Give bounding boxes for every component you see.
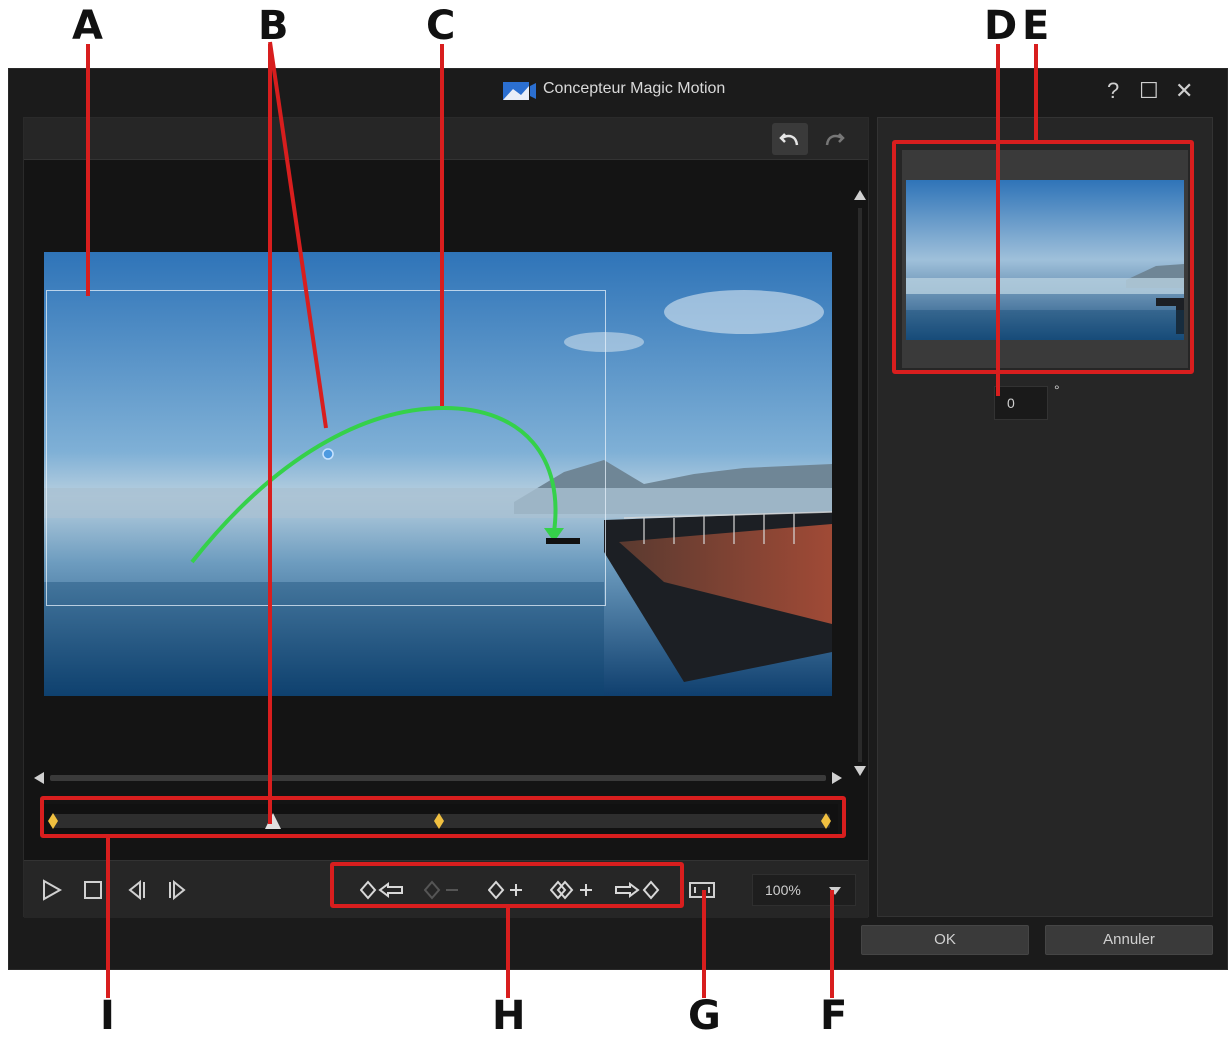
- previous-keyframe-button[interactable]: [360, 877, 406, 903]
- app-logo-icon: [503, 82, 536, 100]
- rotation-preview-image: [906, 180, 1184, 340]
- cancel-button[interactable]: Annuler: [1045, 925, 1213, 955]
- add-keyframe-button[interactable]: [488, 877, 526, 903]
- play-button[interactable]: [38, 877, 64, 903]
- title-bar: Concepteur Magic Motion ? ☐ ✕: [9, 69, 1227, 113]
- stop-icon: [84, 881, 102, 899]
- window-title: Concepteur Magic Motion: [543, 80, 726, 97]
- rotation-preview[interactable]: [902, 150, 1188, 368]
- motion-keyframe-point[interactable]: [322, 448, 334, 460]
- callout-line-e: [1034, 44, 1038, 142]
- next-keyframe-button[interactable]: [614, 877, 660, 903]
- degree-unit-label: °: [1054, 382, 1060, 398]
- magic-motion-window: Concepteur Magic Motion ? ☐ ✕ 100% 0 ° O…: [8, 68, 1228, 970]
- rotation-angle-input[interactable]: 0: [994, 386, 1048, 420]
- maximize-button[interactable]: ☐: [1139, 79, 1159, 103]
- callout-line-b-path: [268, 41, 328, 429]
- next-keyframe-icon: [615, 880, 660, 900]
- keyframe-middle-icon[interactable]: [434, 813, 444, 829]
- horizontal-scrollbar[interactable]: [32, 770, 844, 786]
- remove-keyframe-icon: [424, 880, 458, 900]
- motion-path[interactable]: [24, 118, 870, 918]
- keyframe-start-icon[interactable]: [48, 813, 58, 829]
- callout-line-a: [86, 44, 90, 296]
- next-frame-icon: [169, 879, 186, 901]
- help-button[interactable]: ?: [1107, 79, 1119, 103]
- callout-line-g: [702, 890, 706, 998]
- editor-panel: 100%: [23, 117, 870, 918]
- callout-i: I: [100, 993, 115, 1037]
- zoom-value: 100%: [765, 882, 801, 898]
- callout-line-i: [106, 836, 110, 998]
- vertical-scrollbar[interactable]: [852, 188, 868, 778]
- callout-f: F: [820, 993, 848, 1037]
- duplicate-keyframe-button[interactable]: [550, 877, 596, 903]
- zoom-dropdown[interactable]: 100%: [752, 874, 856, 906]
- callout-d: D: [984, 3, 1018, 49]
- add-keyframe-icon: [488, 880, 522, 900]
- callout-line-h: [506, 906, 510, 998]
- next-frame-button[interactable]: [164, 877, 192, 903]
- callout-c: C: [426, 3, 456, 49]
- callout-a: A: [72, 3, 103, 49]
- play-icon: [43, 879, 63, 901]
- callout-h: H: [492, 993, 526, 1037]
- callout-e: E: [1022, 3, 1050, 49]
- previous-keyframe-icon: [360, 880, 403, 900]
- stop-button[interactable]: [80, 877, 106, 903]
- keyframe-timeline[interactable]: [44, 804, 838, 838]
- ok-button[interactable]: OK: [861, 925, 1029, 955]
- duplicate-keyframe-icon: [550, 880, 592, 900]
- keyframe-end-icon[interactable]: [821, 813, 831, 829]
- callout-line-d: [996, 44, 1000, 396]
- callout-line-f: [830, 890, 834, 998]
- close-button[interactable]: ✕: [1175, 79, 1193, 103]
- rotation-panel: 0 °: [877, 117, 1213, 917]
- previous-frame-button[interactable]: [122, 877, 150, 903]
- playback-controls: 100%: [24, 860, 868, 918]
- previous-frame-icon: [128, 879, 145, 901]
- callout-g: G: [688, 993, 721, 1037]
- playhead-slider[interactable]: [264, 812, 282, 830]
- remove-keyframe-button[interactable]: [424, 877, 462, 903]
- callout-line-c: [440, 44, 444, 406]
